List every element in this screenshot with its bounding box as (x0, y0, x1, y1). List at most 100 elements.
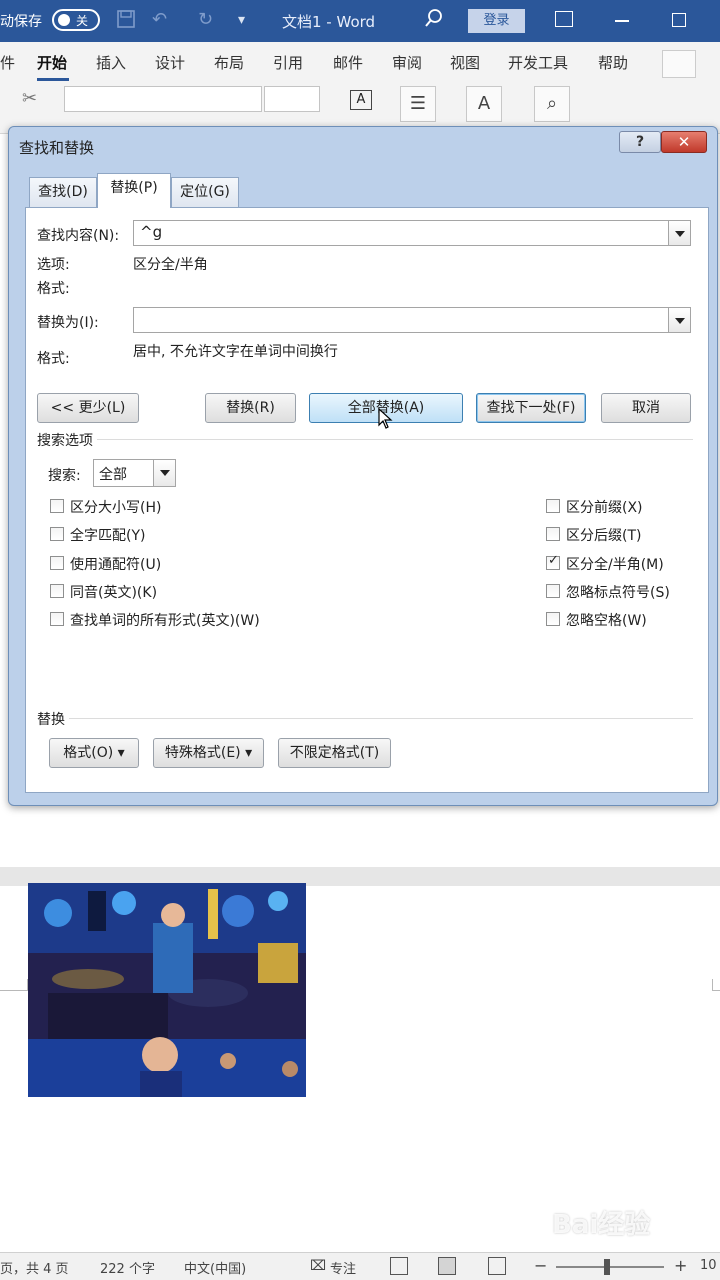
find-what-input[interactable]: ^g (133, 220, 691, 246)
tab-review[interactable]: 审阅 (392, 52, 422, 73)
watermark-logo: Bai经验 (552, 1210, 651, 1240)
zoom-slider[interactable] (556, 1266, 664, 1268)
page-count[interactable]: 页，共 4 页 (0, 1258, 69, 1277)
find-what-value: ^g (140, 223, 163, 241)
document-title: 文档1 - Word (282, 13, 376, 31)
ignore-punctuation-checkbox[interactable] (546, 584, 560, 598)
read-mode-icon[interactable] (390, 1257, 408, 1275)
zoom-slider-thumb[interactable] (604, 1259, 610, 1275)
sounds-like-checkbox[interactable] (50, 584, 64, 598)
close-button[interactable]: ✕ (661, 131, 707, 153)
cut-icon[interactable]: ✂ (22, 88, 37, 109)
find-format-label: 格式: (37, 281, 70, 297)
ignore-whitespace-checkbox[interactable] (546, 612, 560, 626)
replace-panel: 查找内容(N): ^g 选项: 区分全/半角 格式: 替换为(I): 格式: 居… (25, 207, 709, 793)
whole-word-label[interactable]: 全字匹配(Y) (70, 525, 145, 545)
minimize-icon[interactable] (615, 20, 629, 22)
wildcards-checkbox[interactable] (50, 556, 64, 570)
tab-goto[interactable]: 定位(G) (171, 177, 239, 207)
char-border-icon[interactable]: A (350, 90, 372, 110)
replace-with-label: 替换为(I): (37, 315, 99, 331)
match-suffix-checkbox[interactable] (546, 527, 560, 541)
match-suffix-label[interactable]: 区分后缀(T) (566, 525, 641, 545)
options-label: 选项: (37, 257, 70, 273)
tab-find[interactable]: 查找(D) (29, 177, 97, 207)
no-formatting-button[interactable]: 不限定格式(T) (278, 738, 391, 768)
redo-icon[interactable]: ↻ (198, 9, 213, 30)
zoom-out-button[interactable]: − (534, 1256, 547, 1275)
autosave-label: 动保存 (0, 14, 42, 30)
divider (37, 718, 693, 719)
language-status[interactable]: 中文(中国) (184, 1258, 246, 1277)
replace-history-dropdown-icon[interactable] (668, 308, 690, 332)
tab-view[interactable]: 视图 (450, 52, 480, 73)
ignore-whitespace-label[interactable]: 忽略空格(W) (566, 610, 647, 630)
find-replace-dialog: 查找和替换 ? ✕ 查找(D) 替换(P) 定位(G) 查找内容(N): ^g … (8, 126, 718, 806)
all-word-forms-label[interactable]: 查找单词的所有形式(英文)(W) (70, 610, 260, 630)
replace-with-input[interactable] (133, 307, 691, 333)
margin-corner (712, 979, 720, 991)
print-layout-icon[interactable] (438, 1257, 456, 1275)
match-width-label[interactable]: 区分全/半角(M) (566, 554, 664, 574)
font-size-box[interactable] (264, 86, 320, 112)
tab-help[interactable]: 帮助 (598, 52, 628, 73)
maximize-icon[interactable] (672, 13, 686, 27)
title-bar: 动保存 关 ↶ ↻ ▾ 文档1 - Word 登录 (0, 0, 720, 42)
match-prefix-label[interactable]: 区分前缀(X) (566, 497, 643, 517)
ribbon-display-options-icon[interactable] (555, 11, 573, 27)
format-button[interactable]: 格式(O) ▾ (49, 738, 139, 768)
replace-section-heading: 替换 (37, 709, 69, 729)
wildcards-label[interactable]: 使用通配符(U) (70, 554, 161, 574)
styles-icon[interactable]: A (466, 86, 502, 122)
font-name-box[interactable] (64, 86, 262, 112)
ignore-punctuation-label[interactable]: 忽略标点符号(S) (566, 582, 670, 602)
tab-insert[interactable]: 插入 (96, 52, 126, 73)
focus-icon[interactable]: ⌧ (310, 1258, 326, 1274)
margin-corner (0, 979, 28, 991)
all-word-forms-checkbox[interactable] (50, 612, 64, 626)
tab-developer[interactable]: 开发工具 (508, 52, 568, 73)
share-button[interactable] (662, 50, 696, 78)
sounds-like-label[interactable]: 同音(英文)(K) (70, 582, 157, 602)
login-button[interactable]: 登录 (468, 9, 525, 33)
match-width-checkbox[interactable] (546, 553, 560, 570)
help-button[interactable]: ? (619, 131, 661, 153)
web-layout-icon[interactable] (488, 1257, 506, 1275)
match-case-checkbox[interactable] (50, 499, 64, 513)
cancel-button[interactable]: 取消 (601, 393, 691, 423)
search-icon[interactable] (424, 8, 444, 33)
less-button[interactable]: << 更少(L) (37, 393, 139, 423)
find-next-button[interactable]: 查找下一处(F) (476, 393, 586, 423)
tab-layout[interactable]: 布局 (214, 52, 244, 73)
customize-qat-icon[interactable]: ▾ (238, 12, 245, 28)
find-history-dropdown-icon[interactable] (668, 221, 690, 245)
zoom-level[interactable]: 10 (700, 1258, 717, 1273)
search-direction-value: 全部 (99, 467, 127, 483)
autosave-state: 关 (76, 14, 89, 28)
replace-button[interactable]: 替换(R) (205, 393, 296, 423)
find-icon[interactable]: ⌕ (534, 86, 570, 122)
document-image[interactable] (28, 883, 306, 1097)
whole-word-checkbox[interactable] (50, 527, 64, 541)
search-direction-label: 搜索: (48, 468, 81, 484)
tab-replace[interactable]: 替换(P) (97, 173, 171, 208)
special-button[interactable]: 特殊格式(E) ▾ (153, 738, 264, 768)
tab-design[interactable]: 设计 (155, 52, 185, 73)
match-prefix-checkbox[interactable] (546, 499, 560, 513)
ribbon-tabs: 件 开始 插入 设计 布局 引用 邮件 审阅 视图 开发工具 帮助 (0, 42, 720, 84)
focus-label[interactable]: 专注 (330, 1258, 356, 1277)
autosave-toggle[interactable]: 关 (52, 9, 100, 31)
tab-mailings[interactable]: 邮件 (333, 52, 363, 73)
zoom-in-button[interactable]: + (674, 1256, 687, 1275)
undo-icon[interactable]: ↶ (152, 9, 167, 30)
search-direction-select[interactable]: 全部 (93, 459, 176, 487)
tab-home[interactable]: 开始 (37, 52, 67, 73)
tab-file[interactable]: 件 (0, 52, 15, 73)
tab-references[interactable]: 引用 (273, 52, 303, 73)
paragraph-icon[interactable]: ☰ (400, 86, 436, 122)
save-icon[interactable] (116, 9, 136, 34)
chevron-down-icon[interactable] (153, 460, 175, 486)
word-count[interactable]: 222 个字 (100, 1258, 155, 1277)
match-case-label[interactable]: 区分大小写(H) (70, 497, 161, 517)
replace-format-value: 居中, 不允许文字在单词中间换行 (133, 344, 338, 360)
